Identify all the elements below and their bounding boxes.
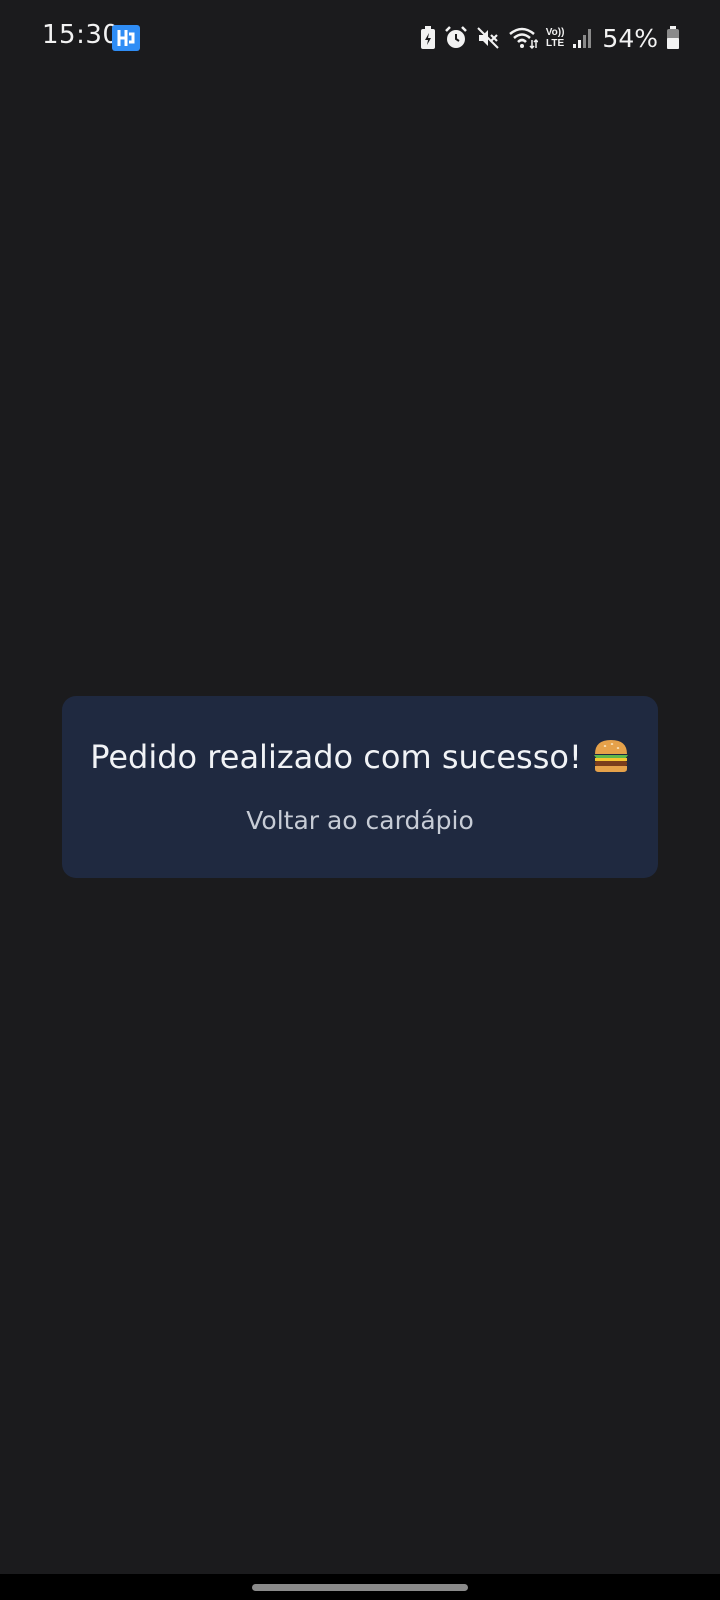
wifi-icon (508, 26, 538, 50)
burger-emoji-icon (592, 738, 630, 782)
volte-top-label: Vo)) (545, 27, 565, 38)
battery-icon (666, 26, 680, 50)
alarm-icon (444, 26, 468, 50)
h-app-icon (112, 25, 140, 51)
order-success-screen: 15:30 Vo)) LTE 54% Pedido realizado com … (0, 0, 720, 1600)
order-success-card: Pedido realizado com sucesso! Voltar ao … (62, 696, 658, 878)
volte-bottom-label: LTE (545, 38, 565, 49)
status-time: 15:30 (42, 20, 120, 50)
status-icons: Vo)) LTE 54% (420, 22, 680, 54)
home-gesture-handle[interactable] (252, 1584, 468, 1591)
navigation-bar (0, 1574, 720, 1600)
success-message: Pedido realizado com sucesso! (90, 738, 582, 776)
back-to-menu-link[interactable]: Voltar ao cardápio (62, 806, 658, 835)
battery-percent: 54% (602, 23, 658, 53)
volte-icon: Vo)) LTE (546, 27, 565, 49)
status-bar: 15:30 Vo)) LTE 54% (0, 0, 720, 78)
mute-icon (476, 26, 500, 50)
battery-saver-icon (420, 26, 436, 50)
signal-icon (572, 27, 592, 49)
success-heading: Pedido realizado com sucesso! (62, 738, 658, 782)
